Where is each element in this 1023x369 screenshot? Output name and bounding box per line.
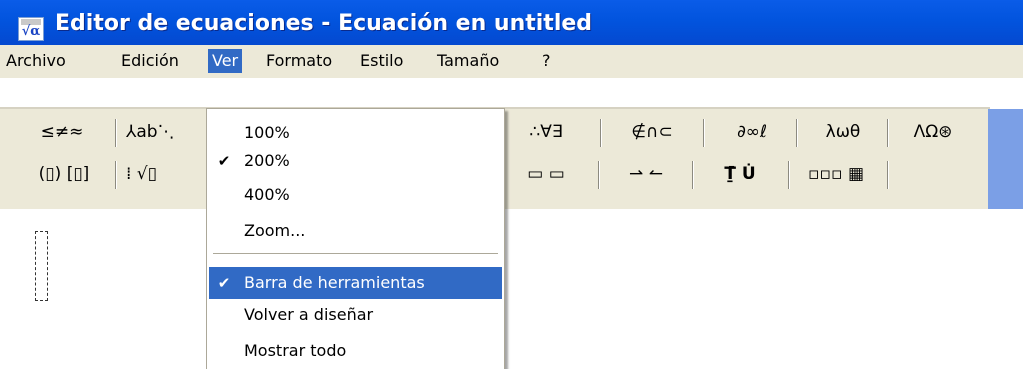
menu-item-toolbar-toggle[interactable]: ✔ Barra de herramientas xyxy=(209,267,502,299)
arrows-palette-icon[interactable]: ⇀ ↼ xyxy=(606,159,686,189)
equation-editor-window: √α Editor de ecuaciones - Ecuación en un… xyxy=(0,0,1023,369)
toolbar-separator xyxy=(600,119,601,147)
menu-item-label: Volver a diseñar xyxy=(244,305,374,324)
menu-edicion[interactable]: Edición xyxy=(117,49,183,73)
equation-editor-icon[interactable]: √α xyxy=(18,17,44,41)
matrix-palette-icon[interactable]: ▫▫▫ ▦ xyxy=(796,159,876,189)
menu-separator xyxy=(213,253,498,254)
checkmark-icon: ✔ xyxy=(217,152,231,170)
menu-item-label: Zoom... xyxy=(244,221,306,240)
greek-uppercase-palette-icon[interactable]: ΛΩ⊛ xyxy=(893,117,973,147)
toolbar-separator xyxy=(115,119,116,147)
menu-item-label: Mostrar todo xyxy=(244,341,347,360)
fences-palette-icon[interactable]: (▯) [▯] xyxy=(24,159,104,189)
menu-ver[interactable]: Ver xyxy=(208,49,243,73)
fractions-radicals-palette-icon[interactable]: ⁞ √▯ xyxy=(126,159,206,189)
relations-palette-icon[interactable]: ≤≠≈ xyxy=(22,117,102,147)
toolbar-edge-accent xyxy=(988,109,1023,209)
icon-glyph: √α xyxy=(21,24,41,39)
menu-tamano[interactable]: Tamaño xyxy=(433,49,503,73)
title-bar[interactable]: √α Editor de ecuaciones - Ecuación en un… xyxy=(0,0,1023,45)
menu-item-zoom-custom[interactable]: Zoom... xyxy=(209,215,502,247)
toolbar-separator xyxy=(703,119,704,147)
menu-item-label: 200% xyxy=(244,151,290,170)
menu-formato[interactable]: Formato xyxy=(262,49,336,73)
over-under-bar-palette-icon[interactable]: ▭ ▭ xyxy=(506,159,586,189)
checkmark-icon: ✔ xyxy=(217,274,231,292)
menu-estilo[interactable]: Estilo xyxy=(356,49,407,73)
menu-item-zoom-200[interactable]: ✔ 200% xyxy=(209,145,502,177)
misc-symbols-palette-icon[interactable]: ∂∞ℓ xyxy=(712,117,792,147)
toolbar-separator xyxy=(887,119,888,147)
toolbar-separator xyxy=(796,119,797,147)
menu-bar: Archivo Edición Ver Formato Estilo Tamañ… xyxy=(0,45,1023,78)
window-title: Editor de ecuaciones - Ecuación en untit… xyxy=(55,11,593,36)
menu-archivo[interactable]: Archivo xyxy=(2,49,70,73)
menu-item-show-all[interactable]: Mostrar todo xyxy=(209,335,502,367)
greek-lowercase-palette-icon[interactable]: λωθ xyxy=(803,117,883,147)
menu-help[interactable]: ? xyxy=(538,49,555,73)
spaces-ellipses-palette-icon[interactable]: ⅄ab⋱ xyxy=(126,117,206,147)
toolbar-separator xyxy=(788,161,789,189)
menu-item-redraw[interactable]: Volver a diseñar xyxy=(209,299,502,331)
toolbar-separator xyxy=(115,161,116,189)
ver-menu-dropdown: 100% ✔ 200% 400% Zoom... ✔ Barra de herr… xyxy=(206,108,505,369)
toolbar-separator xyxy=(887,161,888,189)
toolbar-separator xyxy=(692,161,693,189)
empty-input-slot[interactable] xyxy=(35,231,48,301)
menu-item-label: Barra de herramientas xyxy=(244,273,425,292)
equation-editing-area[interactable] xyxy=(0,209,1023,369)
menu-item-label: 400% xyxy=(244,185,290,204)
logic-palette-icon[interactable]: ∴∀∃ xyxy=(506,117,586,147)
products-sets-palette-icon[interactable]: Ṯ̄ U̇ xyxy=(700,159,780,189)
toolbar-separator xyxy=(598,161,599,189)
set-theory-palette-icon[interactable]: ∉∩⊂ xyxy=(612,117,692,147)
menu-item-zoom-400[interactable]: 400% xyxy=(209,179,502,211)
